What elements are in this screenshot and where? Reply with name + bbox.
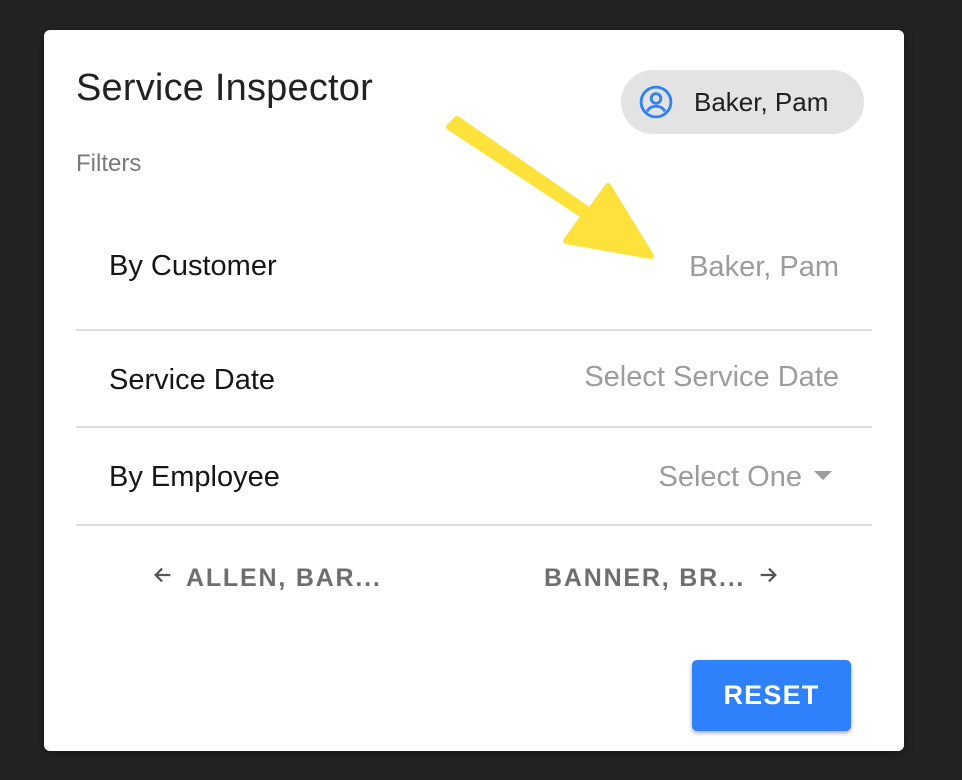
filter-row-employee[interactable]: By Employee Select One	[76, 428, 872, 526]
page-title: Service Inspector	[76, 67, 373, 109]
filters-section-label: Filters	[76, 150, 142, 177]
user-chip-label: Baker, Pam	[694, 86, 829, 117]
service-date-picker[interactable]: Select Service Date	[584, 361, 839, 394]
filter-label-service-date: Service Date	[109, 364, 276, 396]
next-record-label: BANNER, BR...	[544, 564, 746, 592]
next-record-button[interactable]: BANNER, BR...	[544, 564, 779, 593]
filter-label-customer: By Customer	[109, 250, 277, 282]
filter-row-customer[interactable]: By Customer Baker, Pam	[76, 220, 872, 331]
arrow-right-icon	[757, 564, 779, 593]
customer-value[interactable]: Baker, Pam	[689, 251, 839, 284]
dropdown-caret-icon	[814, 470, 832, 480]
employee-select-value: Select One	[658, 461, 802, 493]
service-inspector-dialog: Service Inspector Baker, Pam Filters By …	[44, 30, 904, 751]
previous-record-button[interactable]: ALLEN, BAR...	[152, 564, 382, 593]
user-chip[interactable]: Baker, Pam	[621, 70, 864, 134]
arrow-left-icon	[152, 564, 174, 593]
account-circle-icon	[639, 85, 673, 119]
previous-record-label: ALLEN, BAR...	[186, 564, 382, 592]
employee-select[interactable]: Select One	[659, 461, 832, 494]
filter-row-service-date[interactable]: Service Date Select Service Date	[76, 331, 872, 428]
reset-button[interactable]: RESET	[692, 660, 851, 731]
filter-label-employee: By Employee	[109, 461, 280, 493]
